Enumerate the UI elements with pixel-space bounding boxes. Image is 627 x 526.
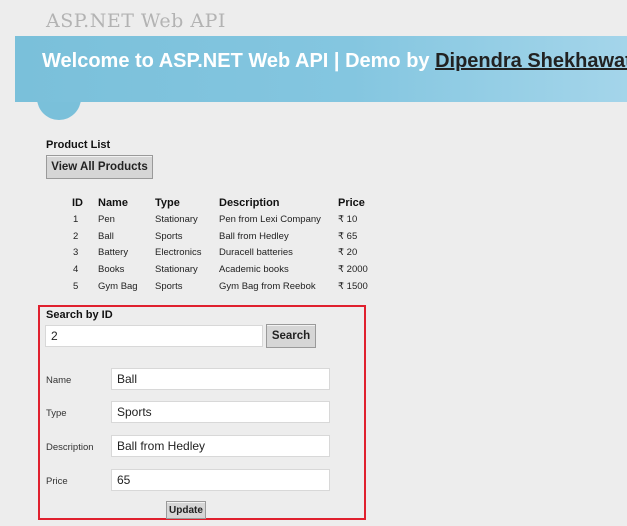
cell-price: ₹ 2000 [338,264,368,276]
cell-id: 5 [73,281,79,293]
table-row: 4 Books Stationary Academic books ₹ 2000 [66,261,388,278]
cell-price: ₹ 65 [338,230,358,242]
cell-description: Pen from Lexi Company [219,213,321,225]
cell-description: Academic books [219,264,289,276]
cell-name: Ball [98,230,114,242]
description-input[interactable] [111,435,330,457]
search-heading: Search by ID [46,309,113,321]
column-header-id: ID [72,196,83,209]
products-table: ID Name Type Description Price 1 Pen Sta… [66,194,388,295]
cell-name: Gym Bag [98,281,138,293]
search-id-input[interactable] [45,325,263,347]
cell-id: 3 [73,247,79,259]
cell-name: Pen [98,213,115,225]
site-title: ASP.NET Web API [46,10,226,32]
cell-price: ₹ 1500 [338,281,368,293]
search-button[interactable]: Search [266,324,316,348]
type-label: Type [46,408,67,419]
author-link[interactable]: Dipendra Shekhawat [435,50,627,72]
cell-description: Gym Bag from Reebok [219,281,316,293]
column-header-description: Description [219,196,280,209]
type-input[interactable] [111,401,330,423]
table-row: 1 Pen Stationary Pen from Lexi Company ₹… [66,211,388,228]
cell-name: Battery [98,247,129,259]
banner-prefix: Welcome to ASP.NET Web API | Demo by [42,50,436,72]
name-input[interactable] [111,368,330,390]
table-header-row: ID Name Type Description Price [66,194,388,211]
column-header-type: Type [155,196,180,209]
view-all-products-button[interactable]: View All Products [46,155,153,179]
cell-description: Ball from Hedley [219,230,289,242]
table-row: 2 Ball Sports Ball from Hedley ₹ 65 [66,228,388,245]
cell-type: Stationary [155,213,198,225]
cell-type: Sports [155,230,183,242]
banner-text: Welcome to ASP.NET Web API | Demo by Dip… [42,50,627,73]
cell-price: ₹ 20 [338,247,358,259]
cell-type: Stationary [155,264,198,276]
column-header-name: Name [98,196,128,209]
description-label: Description [46,442,94,453]
cell-type: Electronics [155,247,202,259]
product-list-heading: Product List [46,139,111,151]
cell-id: 2 [73,230,79,242]
welcome-banner: Welcome to ASP.NET Web API | Demo by Dip… [15,36,627,102]
cell-price: ₹ 10 [338,213,358,225]
table-row: 3 Battery Electronics Duracell batteries… [66,245,388,262]
price-input[interactable] [111,469,330,491]
name-label: Name [46,375,72,386]
update-button[interactable]: Update [166,501,206,519]
cell-id: 1 [73,213,79,225]
price-label: Price [46,476,68,487]
table-row: 5 Gym Bag Sports Gym Bag from Reebok ₹ 1… [66,278,388,295]
cell-id: 4 [73,264,79,276]
cell-type: Sports [155,281,183,293]
cell-name: Books [98,264,125,276]
column-header-price: Price [338,196,365,209]
cell-description: Duracell batteries [219,247,293,259]
